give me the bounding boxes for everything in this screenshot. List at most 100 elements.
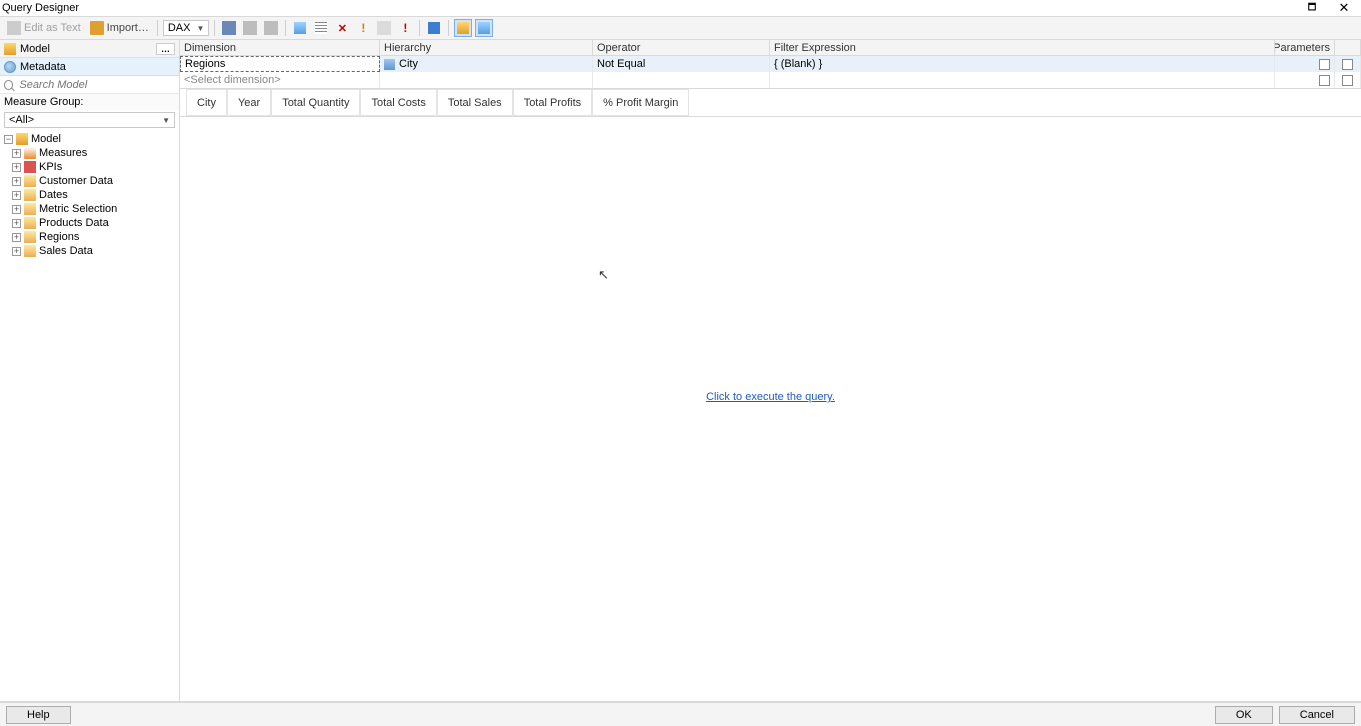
measure-group-select[interactable]: <All> ▼ bbox=[4, 112, 175, 128]
tree-node-products-data[interactable]: + Products Data bbox=[10, 216, 177, 230]
kpi-icon bbox=[24, 161, 36, 173]
cancel-exec-button[interactable] bbox=[375, 19, 393, 37]
expander-plus-icon[interactable]: + bbox=[12, 247, 21, 256]
tree-node-customer-data[interactable]: + Customer Data bbox=[10, 174, 177, 188]
window-controls: 🗖 ✕ bbox=[1301, 0, 1359, 16]
funnel-icon bbox=[264, 21, 278, 35]
filter-row-placeholder[interactable]: <Select dimension> bbox=[180, 72, 1361, 88]
titlebar: Query Designer 🗖 ✕ bbox=[0, 0, 1361, 16]
tree-node-label: Dates bbox=[39, 189, 68, 201]
empty-cell bbox=[380, 72, 593, 88]
result-col-header[interactable]: Total Sales bbox=[437, 89, 513, 116]
expander-minus-icon[interactable]: − bbox=[4, 135, 13, 144]
tree-node-label: Model bbox=[31, 133, 61, 145]
tree-node-model[interactable]: − Model bbox=[2, 132, 177, 146]
filter-operator-cell[interactable]: Not Equal bbox=[593, 56, 770, 72]
close-button[interactable]: ✕ bbox=[1333, 3, 1355, 13]
expander-plus-icon[interactable]: + bbox=[12, 177, 21, 186]
col-header-operator: Operator bbox=[593, 40, 770, 56]
table-icon bbox=[315, 22, 327, 34]
expander-plus-icon[interactable]: + bbox=[12, 163, 21, 172]
toolbar-separator bbox=[214, 20, 215, 36]
result-col-header[interactable]: % Profit Margin bbox=[592, 89, 689, 116]
language-value: DAX bbox=[168, 22, 191, 34]
tree-node-regions[interactable]: + Regions bbox=[10, 230, 177, 244]
tree-node-measures[interactable]: + Measures bbox=[10, 146, 177, 160]
folder-icon bbox=[90, 21, 104, 35]
dimension-icon bbox=[24, 245, 36, 257]
bottom-right-buttons: OK Cancel bbox=[1215, 706, 1355, 724]
filter-grid: Dimension Hierarchy Operator Filter Expr… bbox=[180, 40, 1361, 89]
expander-plus-icon[interactable]: + bbox=[12, 219, 21, 228]
result-col-header[interactable]: Total Profits bbox=[513, 89, 592, 116]
result-col-header[interactable]: Total Quantity bbox=[271, 89, 360, 116]
delete-button[interactable]: ✕ bbox=[333, 19, 351, 37]
filter-dimension-placeholder[interactable]: <Select dimension> bbox=[180, 72, 380, 88]
tree-node-metric-selection[interactable]: + Metric Selection bbox=[10, 202, 177, 216]
panel-left-icon bbox=[457, 22, 469, 34]
cancel-button[interactable]: Cancel bbox=[1279, 706, 1355, 724]
expander-plus-icon[interactable]: + bbox=[12, 191, 21, 200]
import-button[interactable]: Import… bbox=[87, 19, 152, 37]
show-empty-button[interactable] bbox=[291, 19, 309, 37]
filter-row[interactable]: Regions City Not Equal { (Blank) } bbox=[180, 56, 1361, 72]
cube-icon bbox=[16, 133, 28, 145]
ok-button[interactable]: OK bbox=[1215, 706, 1273, 724]
col-header-filter-expr: Filter Expression bbox=[770, 40, 1275, 56]
tree-node-label: Products Data bbox=[39, 217, 109, 229]
dimension-icon bbox=[24, 231, 36, 243]
tree-node-dates[interactable]: + Dates bbox=[10, 188, 177, 202]
panel-right-icon bbox=[478, 22, 490, 34]
members-button[interactable] bbox=[241, 19, 259, 37]
result-column-headers: City Year Total Quantity Total Costs Tot… bbox=[180, 89, 1361, 117]
toolbar-separator bbox=[448, 20, 449, 36]
search-input[interactable] bbox=[17, 78, 175, 92]
loop-icon bbox=[377, 21, 391, 35]
help-button[interactable]: Help bbox=[6, 706, 71, 724]
toolbar-separator bbox=[419, 20, 420, 36]
chevron-down-icon: ▼ bbox=[162, 116, 170, 125]
param-checkbox[interactable] bbox=[1319, 59, 1330, 70]
tree-node-kpis[interactable]: + KPIs bbox=[10, 160, 177, 174]
expander-plus-icon[interactable]: + bbox=[12, 233, 21, 242]
metadata-label: Metadata bbox=[20, 61, 66, 73]
left-panel: Model … Metadata Measure Group: <All> ▼ … bbox=[0, 40, 180, 701]
execute-query-link[interactable]: Click to execute the query. bbox=[706, 391, 835, 403]
execute-button[interactable]: ! bbox=[354, 19, 372, 37]
design-mode-button[interactable]: ! bbox=[396, 19, 414, 37]
warn-icon: ! bbox=[403, 21, 407, 35]
auto-exec-button[interactable] bbox=[312, 19, 330, 37]
tree-children: + Measures + KPIs + Customer Data bbox=[10, 146, 177, 258]
prepare-button[interactable] bbox=[425, 19, 443, 37]
toolbar: Edit as Text Import… DAX ▼ ✕ ! ! bbox=[0, 16, 1361, 40]
result-col-header[interactable]: City bbox=[186, 89, 227, 116]
param-checkbox[interactable] bbox=[1342, 59, 1353, 70]
model-pick-button[interactable]: … bbox=[156, 43, 175, 55]
toolbar-separator bbox=[157, 20, 158, 36]
dimension-icon bbox=[24, 203, 36, 215]
filter-hierarchy-cell[interactable]: City bbox=[380, 56, 593, 72]
maximize-button[interactable]: 🗖 bbox=[1301, 0, 1323, 16]
refresh-button[interactable] bbox=[220, 19, 238, 37]
expander-plus-icon[interactable]: + bbox=[12, 149, 21, 158]
language-select[interactable]: DAX ▼ bbox=[163, 20, 210, 36]
model-header-label: Model bbox=[20, 43, 50, 55]
toggle-right-panel-button[interactable] bbox=[475, 19, 493, 37]
filter-dimension-cell[interactable]: Regions bbox=[180, 56, 380, 72]
expander-plus-icon[interactable]: + bbox=[12, 205, 21, 214]
edit-as-text-button[interactable]: Edit as Text bbox=[4, 19, 84, 37]
result-col-header[interactable]: Year bbox=[227, 89, 271, 116]
filter-expression-cell[interactable]: { (Blank) } bbox=[770, 56, 1275, 72]
filter-button[interactable] bbox=[262, 19, 280, 37]
right-panel: Dimension Hierarchy Operator Filter Expr… bbox=[180, 40, 1361, 701]
param-checkbox[interactable] bbox=[1319, 75, 1330, 86]
tree-node-sales-data[interactable]: + Sales Data bbox=[10, 244, 177, 258]
col-header-dimension: Dimension bbox=[180, 40, 380, 56]
toggle-left-panel-button[interactable] bbox=[454, 19, 472, 37]
bottom-bar: Help OK Cancel bbox=[0, 702, 1361, 726]
result-col-header[interactable]: Total Costs bbox=[360, 89, 436, 116]
query-designer-window: Query Designer 🗖 ✕ Edit as Text Import… … bbox=[0, 0, 1361, 726]
cube-icon bbox=[294, 22, 306, 34]
param-checkbox[interactable] bbox=[1342, 75, 1353, 86]
metadata-tab[interactable]: Metadata bbox=[0, 58, 179, 76]
